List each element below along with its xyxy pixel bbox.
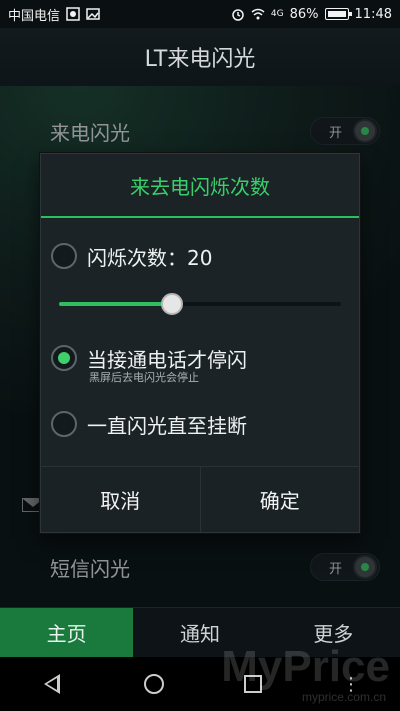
option-flash-count[interactable]: 闪烁次数：20 bbox=[51, 236, 349, 276]
slider-thumb[interactable] bbox=[161, 293, 183, 315]
network-text: 4G bbox=[270, 9, 284, 19]
cancel-button[interactable]: 取消 bbox=[41, 467, 200, 532]
watermark-url: myprice.com.cn bbox=[301, 690, 386, 704]
battery-text: 86% bbox=[289, 6, 319, 22]
image-icon bbox=[86, 7, 100, 21]
confirm-button[interactable]: 确定 bbox=[199, 467, 360, 532]
dialog-divider bbox=[41, 216, 359, 218]
app-title-bar: LT来电闪光 bbox=[0, 28, 400, 86]
radio-flash-count[interactable] bbox=[51, 243, 77, 269]
notification-icon bbox=[66, 7, 80, 21]
slider-fill bbox=[59, 302, 172, 306]
dialog-button-bar: 取消 确定 bbox=[41, 466, 359, 532]
carrier-text: 中国电信 bbox=[8, 8, 61, 24]
flash-count-slider[interactable] bbox=[59, 291, 341, 317]
back-icon[interactable] bbox=[40, 672, 64, 696]
option-flash-count-label: 闪烁次数：20 bbox=[87, 245, 213, 270]
time-text: 11:48 bbox=[354, 6, 392, 22]
radio-stop-on-answer[interactable] bbox=[51, 345, 77, 371]
dialog-title: 来去电闪烁次数 bbox=[130, 174, 270, 199]
radio-flash-until-hangup[interactable] bbox=[51, 411, 77, 437]
home-icon[interactable] bbox=[144, 674, 164, 694]
option-flash-until-hangup[interactable]: 一直闪光直至挂断 bbox=[51, 404, 349, 444]
tab-home[interactable]: 主页 bbox=[0, 608, 134, 657]
flash-count-dialog: 来去电闪烁次数 闪烁次数：20 当接通电话才停闪 黑屏后去电闪光会停止 一直闪光… bbox=[40, 153, 360, 533]
status-bar: 中国电信 4G 86% 11:48 bbox=[0, 0, 400, 28]
app-title: LT来电闪光 bbox=[144, 47, 256, 72]
option-stop-on-answer-sub: 黑屏后去电闪光会停止 bbox=[89, 371, 199, 384]
wifi-icon bbox=[251, 7, 265, 21]
watermark-logo: MyPrice bbox=[221, 642, 390, 691]
option-flash-until-hangup-label: 一直闪光直至挂断 bbox=[87, 413, 247, 438]
alarm-icon bbox=[231, 7, 245, 21]
battery-icon bbox=[324, 8, 352, 20]
